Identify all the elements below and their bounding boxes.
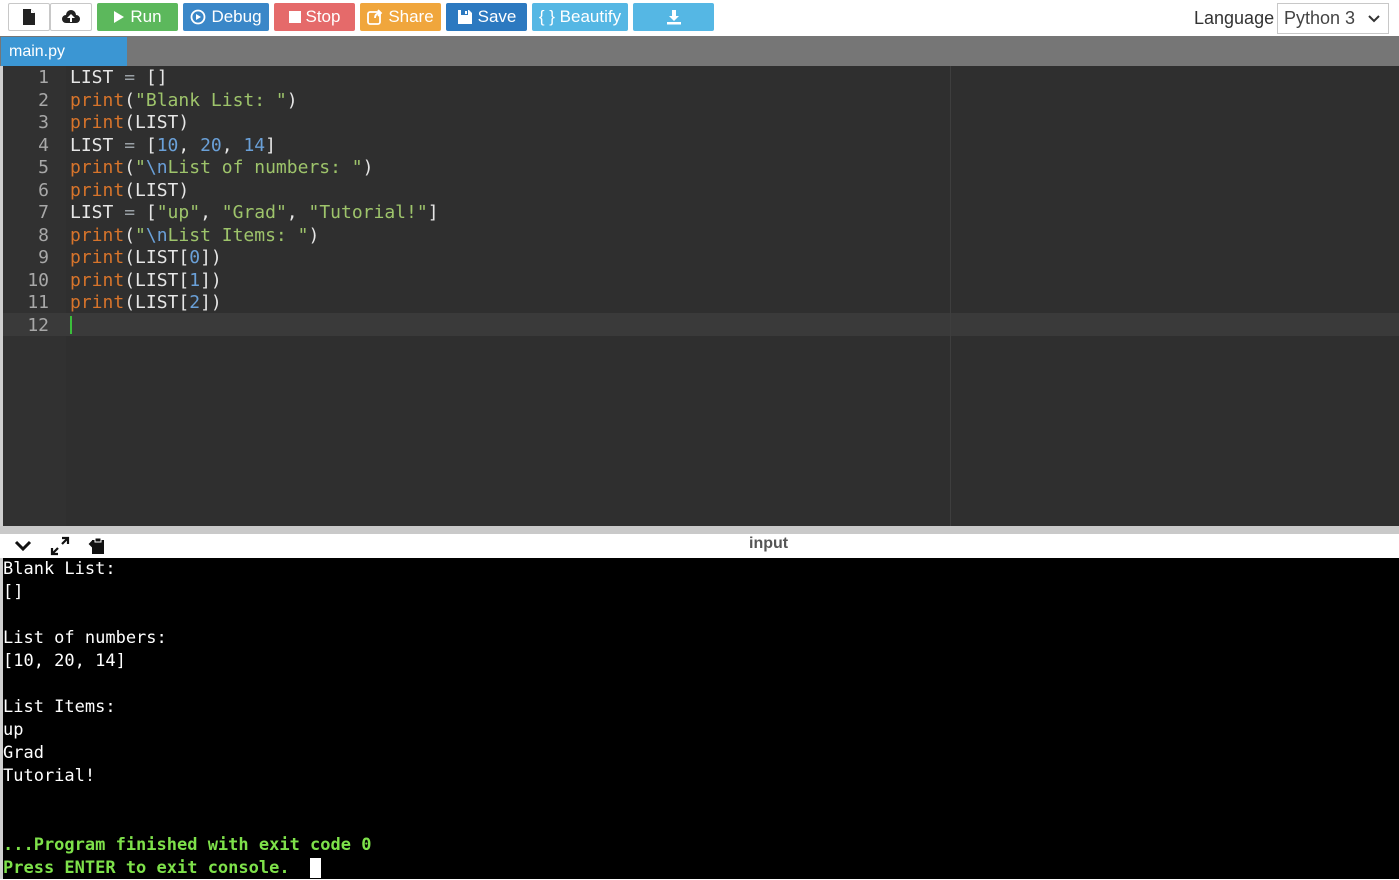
exit-code-message: ...Program finished with exit code 0 xyxy=(3,835,372,855)
console-line: List of numbers: xyxy=(3,628,167,648)
line-number: 8 xyxy=(38,224,49,246)
chevron-down-icon[interactable] xyxy=(14,540,32,552)
console-line: Tutorial! xyxy=(3,766,96,786)
console-title: input xyxy=(749,535,789,552)
upload-button[interactable] xyxy=(50,3,92,31)
code-line: 2 print("Blank List: ") xyxy=(3,89,1399,112)
run-button[interactable]: Run xyxy=(97,3,178,31)
output-console[interactable]: Blank List: [] List of numbers: [10, 20,… xyxy=(0,558,1399,879)
console-line: [10, 20, 14] xyxy=(3,651,126,671)
terminal-cursor xyxy=(310,858,321,878)
chevron-down-icon xyxy=(1368,15,1380,23)
language-label: Language xyxy=(1194,8,1275,28)
line-number: 11 xyxy=(27,292,49,313)
beautify-button[interactable]: { } Beautify xyxy=(532,3,628,31)
code-line: 11 print(LIST[2]) xyxy=(3,291,1399,314)
code-line: 3 print(LIST) xyxy=(3,111,1399,134)
toolbar: Run Debug Stop Share Save { } Beautify L… xyxy=(0,0,1399,36)
code-line: 9 print(LIST[0]) xyxy=(3,246,1399,269)
text-cursor xyxy=(70,316,72,334)
panel-splitter[interactable] xyxy=(0,526,1399,534)
stop-label: Stop xyxy=(305,7,341,26)
language-select[interactable]: Python 3 xyxy=(1277,3,1389,34)
line-number: 12 xyxy=(27,315,49,336)
code-line: 7 LIST = ["up", "Grad", "Tutorial!"] xyxy=(3,201,1399,224)
line-number: 10 xyxy=(27,269,49,291)
share-label: Share xyxy=(388,7,434,26)
console-line: up xyxy=(3,720,24,740)
tab-label: main.py xyxy=(9,42,66,60)
clipboard-icon[interactable] xyxy=(88,536,108,556)
tab-main-py[interactable]: main.py xyxy=(1,37,127,66)
beautify-label: { } Beautify xyxy=(538,7,622,26)
code-line: 12 xyxy=(3,314,1399,337)
console-line: Blank List: xyxy=(3,559,116,579)
save-button[interactable]: Save xyxy=(446,3,527,31)
line-number: 4 xyxy=(38,134,49,156)
run-label: Run xyxy=(130,7,162,26)
line-number: 3 xyxy=(38,112,49,133)
line-number: 9 xyxy=(38,247,49,268)
line-number: 6 xyxy=(38,179,49,201)
code-line: 8 print("\nList Items: ") xyxy=(3,224,1399,247)
code-line: 5 print("\nList of numbers: ") xyxy=(3,156,1399,179)
file-tab-bar: main.py xyxy=(0,36,1399,66)
code-line: 10 print(LIST[1]) xyxy=(3,269,1399,292)
share-icon xyxy=(367,9,383,25)
new-file-button[interactable] xyxy=(8,3,50,31)
download-button[interactable] xyxy=(633,3,714,31)
upload-icon xyxy=(62,10,80,23)
stop-button[interactable]: Stop xyxy=(274,3,355,31)
press-enter-message: Press ENTER to exit console. xyxy=(3,858,290,878)
console-line: Grad xyxy=(3,743,44,763)
save-label: Save xyxy=(477,7,517,26)
code-line: 1 LIST = [] xyxy=(3,66,1399,89)
expand-icon[interactable] xyxy=(50,536,70,556)
line-number: 7 xyxy=(38,202,49,223)
language-value: Python 3 xyxy=(1284,8,1356,28)
debug-button[interactable]: Debug xyxy=(183,3,269,31)
console-header: input xyxy=(0,534,1399,558)
code-line: 4 LIST = [10, 20, 14] xyxy=(3,134,1399,157)
line-number: 2 xyxy=(38,89,49,111)
console-line: List Items: xyxy=(3,697,116,717)
download-icon xyxy=(666,10,681,25)
console-line: [] xyxy=(3,582,24,602)
share-button[interactable]: Share xyxy=(360,3,441,31)
debug-icon xyxy=(191,9,206,25)
stop-icon xyxy=(288,11,301,23)
save-icon xyxy=(457,10,472,24)
line-number: 1 xyxy=(38,67,49,88)
new-file-icon xyxy=(23,9,35,25)
debug-label: Debug xyxy=(211,7,262,26)
code-line: 6 print(LIST) xyxy=(3,179,1399,202)
code-editor[interactable]: 1 LIST = [] 2 print("Blank List: ") 3 pr… xyxy=(0,66,1399,526)
line-number: 5 xyxy=(38,157,49,178)
play-icon xyxy=(114,11,125,23)
